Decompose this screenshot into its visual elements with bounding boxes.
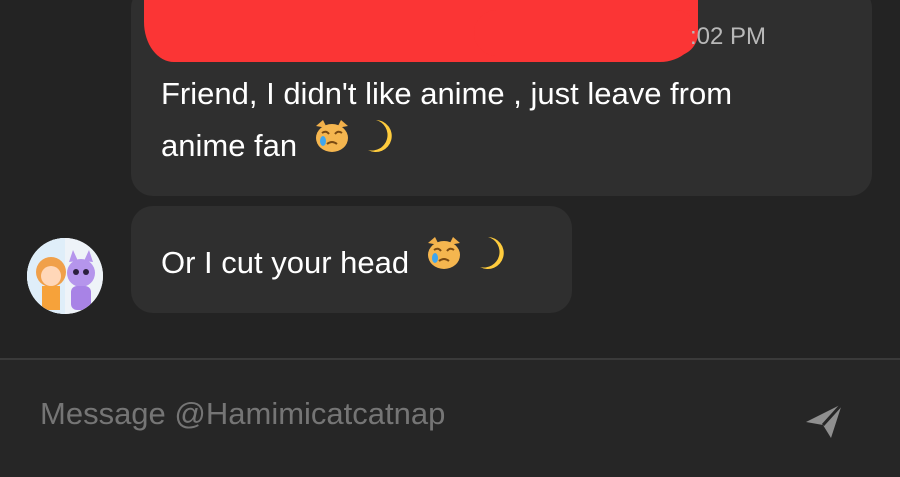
message-text: Or I cut your head: [161, 245, 410, 281]
send-icon: [806, 402, 844, 438]
crying-cat-icon: [312, 118, 352, 178]
message-line: Or I cut your head: [161, 235, 505, 295]
message-text-line-2: anime fan: [161, 118, 393, 178]
redaction-mark: [144, 0, 698, 62]
message-input[interactable]: [38, 395, 742, 433]
avatar[interactable]: [27, 238, 103, 314]
crescent-moon-icon: [478, 235, 505, 295]
crying-cat-icon: [424, 235, 464, 295]
message-text: anime fan: [161, 128, 298, 164]
message-timestamp: :02 PM: [690, 23, 767, 50]
send-button[interactable]: [800, 398, 848, 444]
message-text: Friend, I didn't like anime , just leave…: [161, 76, 733, 111]
chat-screen: :02 PM Friend, I didn't like anime , jus…: [0, 0, 900, 477]
crescent-moon-icon: [366, 118, 393, 178]
avatar-image: [27, 238, 103, 314]
